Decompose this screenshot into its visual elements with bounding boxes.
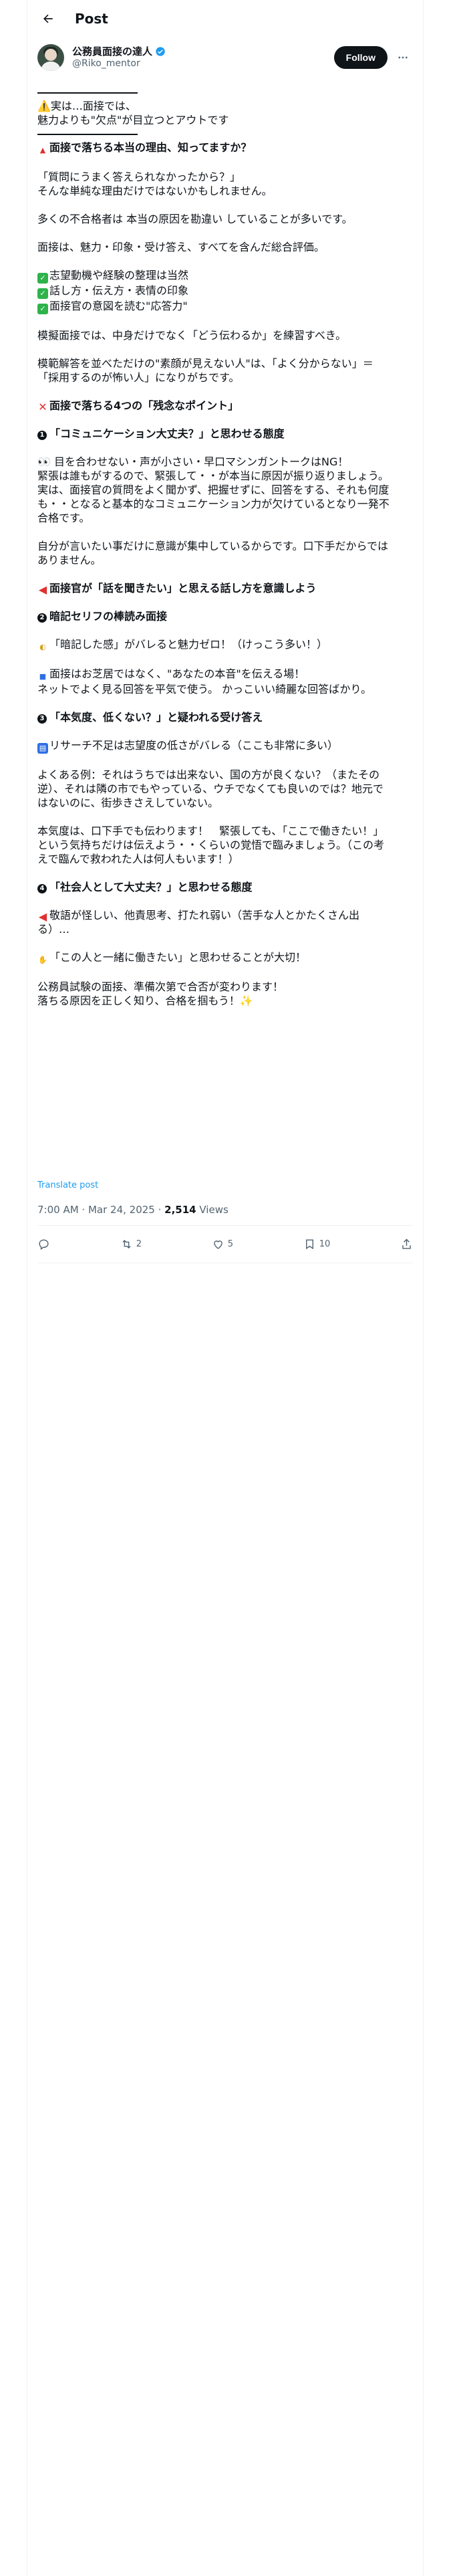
follow-button[interactable]: Follow (333, 46, 388, 69)
text-line: ▤ リサーチ不足は志望度の低さがバレる（ここも非常に多い） (37, 738, 412, 754)
text-line: も・・となると基本的なコミュニケーション力が欠けているとなり一発不 (37, 498, 390, 510)
text-line: 合格です。 (37, 512, 90, 524)
text-line: 落ちる原因を正しく知り、合格を掴もう！✨ (37, 994, 253, 1007)
post-timestamp[interactable]: 7:00 AM · Mar 24, 2025 · (37, 1204, 164, 1216)
back-arrow-icon (43, 14, 53, 23)
text-line: 自分が言いたい事だけに意識が集中しているからです。口下手だからでは (37, 540, 388, 552)
number-3-icon: 3 (37, 714, 47, 724)
text-line: そんな単純な理由だけではないかもしれません。 (37, 185, 273, 197)
text-line: ありません。 (37, 554, 102, 566)
bookmark-button[interactable]: 10 (303, 1238, 331, 1251)
more-button[interactable] (392, 46, 414, 69)
text-line: 実は、面接官の質問をよく聞かず、把握せずに、回答をする、それも何度 (37, 484, 390, 496)
text-line: 「質問にうまく答えられなかったから？」 (37, 171, 241, 183)
like-count: 5 (227, 1239, 233, 1249)
section-heading: ✕ 面接で落ちる4つの「残念なポイント」 (38, 399, 239, 413)
author-row: 公務員面接の達人 @Riko_mentor Follow (37, 41, 414, 74)
translate-post-link[interactable]: Translate post (37, 1180, 98, 1190)
number-2-icon: 2 (37, 613, 47, 623)
text-line: 模範解答を並べただけの"素顔が見えない人"は、「よく分からない」＝ (37, 357, 373, 370)
siren-icon: ▲ (39, 146, 46, 154)
views-label: Views (196, 1204, 229, 1216)
reply-icon (39, 1239, 49, 1250)
repost-icon (122, 1239, 131, 1249)
divider (37, 1225, 413, 1226)
mask-icon: ◐ (39, 643, 46, 651)
action-bar: 2 5 10 (37, 1230, 413, 1257)
post-text: ⚠️実は…面接では、 魅力よりも"欠点"が目立つとアウトです ▲ 面接で落ちる本当… (37, 86, 412, 1008)
text-line: よくある例：それはうちでは出来ない、国の方が良くない？（またその (37, 768, 380, 781)
reply-button[interactable] (37, 1238, 50, 1251)
check-item: ✓ 面接官の意図を読む"応答力" (37, 299, 412, 314)
handshake-icon: ✋ (38, 956, 47, 964)
section-heading: 2 暗記セリフの棒読み面接 (37, 609, 412, 623)
bookmark-icon (305, 1239, 313, 1249)
text-line: 模擬面接では、中身だけでなく「どう伝わるか」を練習すべき。 (37, 329, 347, 342)
text-line: ◀ 敬語が怪しい、他責思考、打たれ弱い（苦手な人とかたくさん出 (38, 909, 360, 923)
bookmark-count: 10 (319, 1239, 331, 1249)
divider-line (37, 92, 138, 94)
like-button[interactable]: 5 (212, 1238, 233, 1251)
share-icon (402, 1238, 411, 1249)
divider-line (37, 134, 138, 135)
repost-count: 2 (136, 1239, 142, 1249)
author-name[interactable]: 公務員面接の達人 (72, 45, 152, 58)
text-line: という気持ちだけは伝えよう・・くらいの覚悟で臨みましょう。（この考 (37, 839, 385, 851)
author-names: 公務員面接の達人 @Riko_mentor (72, 45, 166, 70)
check-item: ✓ 話し方・伝え方・表情の印象 (37, 284, 412, 299)
page-title: Post (75, 11, 108, 27)
text-line: 公務員試験の面接、準備次第で合否が変わります！ (37, 980, 284, 993)
text-line: る）… (37, 923, 70, 936)
text-line: 緊張は誰もがするので、緊張して・・が本当に原因が振り返りましょう。 (37, 469, 389, 482)
text-line: 「採用するのが怖い人」になりがちです。 (37, 371, 240, 384)
text-line: 逆）、それは隣の市でもやっている、ウチでなくても良いのでは？地元で (37, 782, 384, 795)
text-line: ■ 面接はお芝居ではなく、"あなたの本音"を伝える場！ (37, 667, 412, 682)
speech-icon: ■ (39, 672, 47, 681)
cross-icon: ✕ (38, 401, 47, 413)
megaphone-icon: ◀ (38, 583, 47, 596)
author-handle[interactable]: @Riko_mentor (72, 58, 166, 70)
post-meta: 7:00 AM · Mar 24, 2025 · 2,514 Views (37, 1204, 229, 1216)
number-1-icon: 1 (37, 431, 47, 440)
like-icon (213, 1240, 222, 1249)
text-line: 多くの不合格者は 本当の原因を勘違い していることが多いです。 (37, 213, 353, 225)
number-4-icon: 4 (37, 884, 47, 893)
text-line: えで臨んで救われた人は何人もいます！） (37, 853, 239, 865)
text-line: ◐ 「暗記した感」がバレると魅力ゼロ！（けっこう多い！） (37, 637, 412, 653)
section-heading: 1 「コミュニケーション大丈夫？」と思わせる態度 (37, 427, 412, 441)
views-count: 2,514 (164, 1204, 196, 1216)
text-line: はないのに、街歩きさえしていない。 (37, 796, 219, 809)
text-line: 面接は、魅力・印象・受け答え、すべてを含んだ総合評価。 (37, 241, 325, 253)
check-icon: ✓ (37, 304, 48, 314)
text-line: 👀 目を合わせない・声が小さい・早口マシンガントークはNG！ (37, 455, 349, 468)
text-line: ネットでよく見る回答を平気で使う。 かっこいい綺麗な回答ばかり。 (37, 683, 372, 695)
verified-badge-icon (156, 47, 165, 56)
text-line: 本気度は、口下手でも伝わります！ 緊張しても、「ここで働きたい！」 (37, 825, 384, 837)
section-heading: ◀ 面接官が「話を聞きたい」と思える話し方を意識しよう (38, 582, 317, 596)
more-icon (398, 56, 408, 59)
check-icon: ✓ (37, 273, 48, 284)
top-bar: Post (27, 0, 424, 37)
check-item: ✓ 志望動機や経験の整理は当然 (37, 268, 412, 284)
text-line: 魅力よりも"欠点"が目立つとアウトです (37, 114, 229, 126)
check-icon: ✓ (37, 288, 48, 299)
text-line: ✋ 「この人と一緒に働きたい」と思わせることが大切！ (38, 951, 307, 964)
text-line: ⚠️実は…面接では、 (37, 100, 136, 112)
avatar[interactable] (37, 44, 64, 71)
share-button[interactable] (400, 1238, 413, 1251)
back-button[interactable] (36, 7, 60, 31)
section-heading: 4 「社会人として大丈夫？」と思わせる態度 (37, 880, 412, 894)
chart-icon: ▤ (37, 743, 48, 754)
repost-button[interactable]: 2 (120, 1238, 142, 1251)
section-heading: ▲ 面接で落ちる本当の理由、知ってますか？ (37, 140, 412, 156)
megaphone-icon: ◀ (38, 910, 47, 923)
section-heading: 3 「本気度、低くない？」と疑われる受け答え (37, 710, 412, 724)
